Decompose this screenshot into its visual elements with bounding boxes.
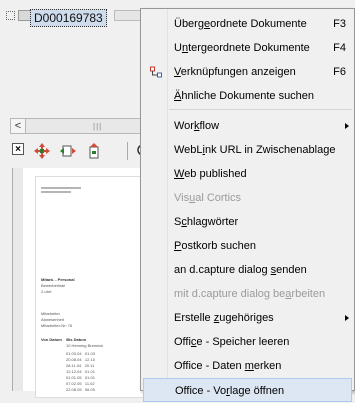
document-id-label: D000169783 xyxy=(30,9,107,27)
scroll-left-icon[interactable]: < xyxy=(11,119,26,133)
preview-text-block: 28.11.04 20.11 xyxy=(66,363,95,368)
preview-text-block: 2-uhrt xyxy=(41,289,52,294)
move-icon[interactable] xyxy=(32,141,52,161)
menu-item-label: Visual Cortics xyxy=(174,192,242,204)
menu-item-visual-cortics: Visual Cortics xyxy=(143,186,352,210)
menu-item-shortcut: F3 xyxy=(333,18,346,30)
preview-text-block: Von Datum Bis Datum xyxy=(41,337,87,342)
menu-item-postkorb-suchen[interactable]: Postkorb suchen xyxy=(143,234,352,258)
preview-text-block: 12.12.04 01.01 xyxy=(66,369,95,374)
menu-item-web-published[interactable]: Web published xyxy=(143,162,352,186)
preview-text-block: 01.01.05 01.01 xyxy=(66,375,95,380)
menu-item-office-daten-merken[interactable]: Office - Daten merken xyxy=(143,354,352,378)
menu-item-aehnliche-dokumente-suchen[interactable]: Ähnliche Dokumente suchen xyxy=(143,84,352,108)
link-icon xyxy=(150,66,162,78)
menu-item-workflow[interactable]: Workflow xyxy=(143,114,352,138)
menu-item-label: Office - Daten merken xyxy=(174,360,282,372)
preview-margin xyxy=(13,168,23,391)
menu-item-erstelle-zugehoeriges[interactable]: Erstelle zugehöriges xyxy=(143,306,352,330)
preview-text-block: Mitarbeiter-Nr: 76 xyxy=(41,323,73,328)
menu-item-label: Untergeordnete Dokumente xyxy=(174,42,310,54)
menu-item-uebergeordnete-dokumente[interactable]: Übergeordnete Dokumente F3 xyxy=(143,12,352,36)
menu-item-label: mit d.capture dialog bearbeiten xyxy=(174,288,326,300)
menu-item-label: Schlagwörter xyxy=(174,216,239,228)
menu-item-label: Postkorb suchen xyxy=(174,240,256,252)
page-next-icon[interactable] xyxy=(58,141,78,161)
close-icon[interactable]: × xyxy=(12,143,24,155)
menu-item-dcapture-senden[interactable]: an d.capture dialog senden xyxy=(143,258,352,282)
preview-text-line xyxy=(41,187,81,189)
menu-item-weblink-url[interactable]: WebLink URL in Zwischenablage xyxy=(143,138,352,162)
preview-text-block: Abwesenheit xyxy=(41,317,64,322)
menu-separator xyxy=(169,109,352,110)
menu-item-dcapture-bearbeiten: mit d.capture dialog bearbeiten xyxy=(143,282,352,306)
menu-item-office-speicher-leeren[interactable]: Office - Speicher leeren xyxy=(143,330,352,354)
toolbar-separator xyxy=(127,142,128,160)
preview-text-block: Mitarb. - Personal xyxy=(41,277,75,282)
menu-item-label: Web published xyxy=(174,168,247,180)
horizontal-scrollbar[interactable]: < ||| xyxy=(10,118,160,134)
preview-text-block: Bewerberliste xyxy=(41,283,66,288)
dotted-frame-icon xyxy=(6,11,15,20)
menu-item-verknuepfungen-anzeigen[interactable]: Verknüpfungen anzeigen F6 xyxy=(143,60,352,84)
menu-item-label: Ähnliche Dokumente suchen xyxy=(174,90,315,102)
menu-item-label: WebLink URL in Zwischenablage xyxy=(174,144,336,156)
preview-text-line xyxy=(41,191,71,193)
scrollbar-grip-icon[interactable]: ||| xyxy=(93,122,102,131)
page-up-icon[interactable] xyxy=(84,141,104,161)
preview-text-block: 20.08.04 12.10 xyxy=(66,357,95,362)
menu-item-label: Office - Vorlage öffnen xyxy=(175,385,285,397)
menu-item-shortcut: F4 xyxy=(333,42,346,54)
menu-item-untergeordnete-dokumente[interactable]: Untergeordnete Dokumente F4 xyxy=(143,36,352,60)
menu-item-label: Erstelle zugehöriges xyxy=(174,312,274,324)
menu-item-office-vorlage-oeffnen[interactable]: Office - Vorlage öffnen xyxy=(143,378,352,402)
preview-text-block: 07.02.05 11.02 xyxy=(66,381,95,386)
menu-item-label: an d.capture dialog senden xyxy=(174,264,307,276)
menu-item-label: Verknüpfungen anzeigen xyxy=(174,66,296,78)
preview-text-block: 01.03.04 01.03 xyxy=(66,351,95,356)
preview-text-block: 22.08.05 06.09 xyxy=(66,387,95,392)
preview-text-block: 10 Henning Brennick xyxy=(66,343,104,348)
menu-item-schlagwoerter[interactable]: Schlagwörter xyxy=(143,210,352,234)
menu-item-shortcut: F6 xyxy=(333,66,346,78)
submenu-arrow-icon xyxy=(345,123,349,129)
document-tab[interactable]: D000169783 xyxy=(0,6,150,27)
context-menu: Übergeordnete Dokumente F3 Untergeordnete … xyxy=(140,8,355,402)
menu-item-label: Office - Speicher leeren xyxy=(174,336,290,348)
menu-item-label: Übergeordnete Dokumente xyxy=(174,18,307,30)
menu-item-label: Workflow xyxy=(174,120,220,132)
preview-text-block: Mitarbeiter xyxy=(41,311,60,316)
submenu-arrow-icon xyxy=(345,315,349,321)
